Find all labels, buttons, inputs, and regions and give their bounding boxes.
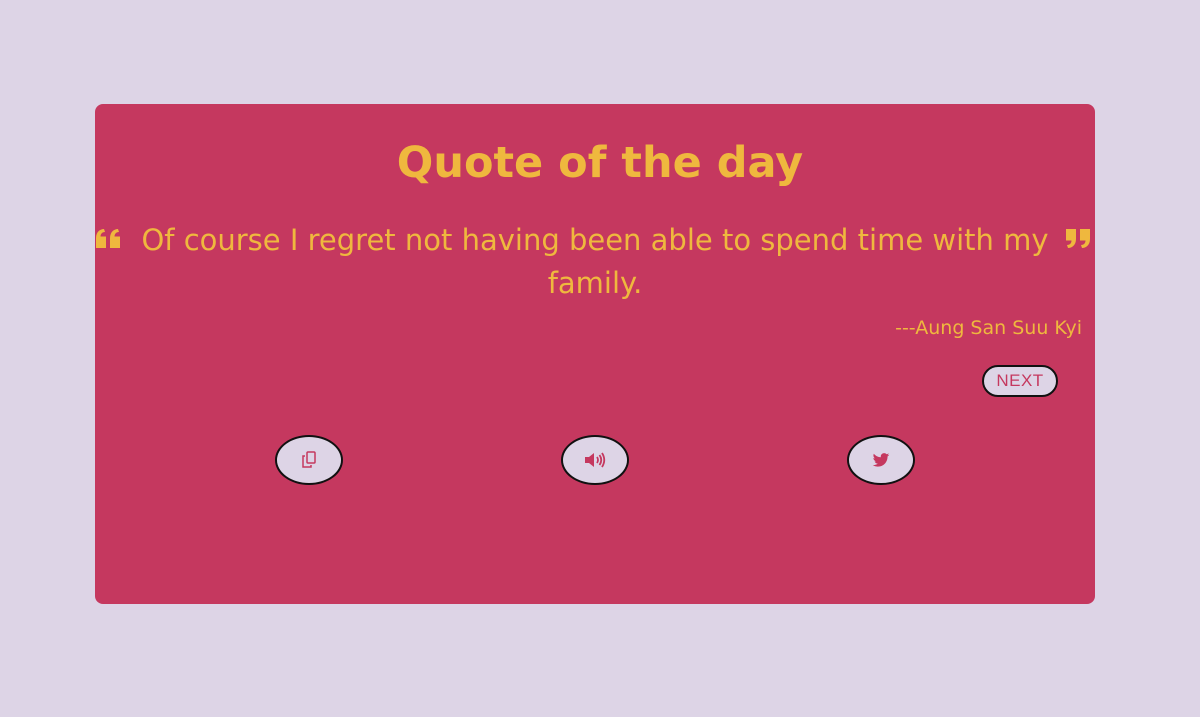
quote-author: ---Aung San Suu Kyi: [895, 317, 1082, 339]
page-title: Quote of the day: [396, 138, 804, 188]
tweet-button[interactable]: [847, 435, 915, 485]
copy-button[interactable]: [275, 435, 343, 485]
copy-icon: [301, 451, 317, 469]
twitter-icon: [872, 452, 890, 468]
quote-left-icon: [95, 227, 125, 257]
quote-right-icon: [1065, 227, 1095, 257]
volume-icon: [584, 451, 606, 469]
quote-block: Of course I regret not having been able …: [95, 219, 1095, 305]
quote-text: Of course I regret not having been able …: [141, 223, 1049, 300]
speak-button[interactable]: [561, 435, 629, 485]
next-button[interactable]: NEXT: [982, 365, 1058, 397]
